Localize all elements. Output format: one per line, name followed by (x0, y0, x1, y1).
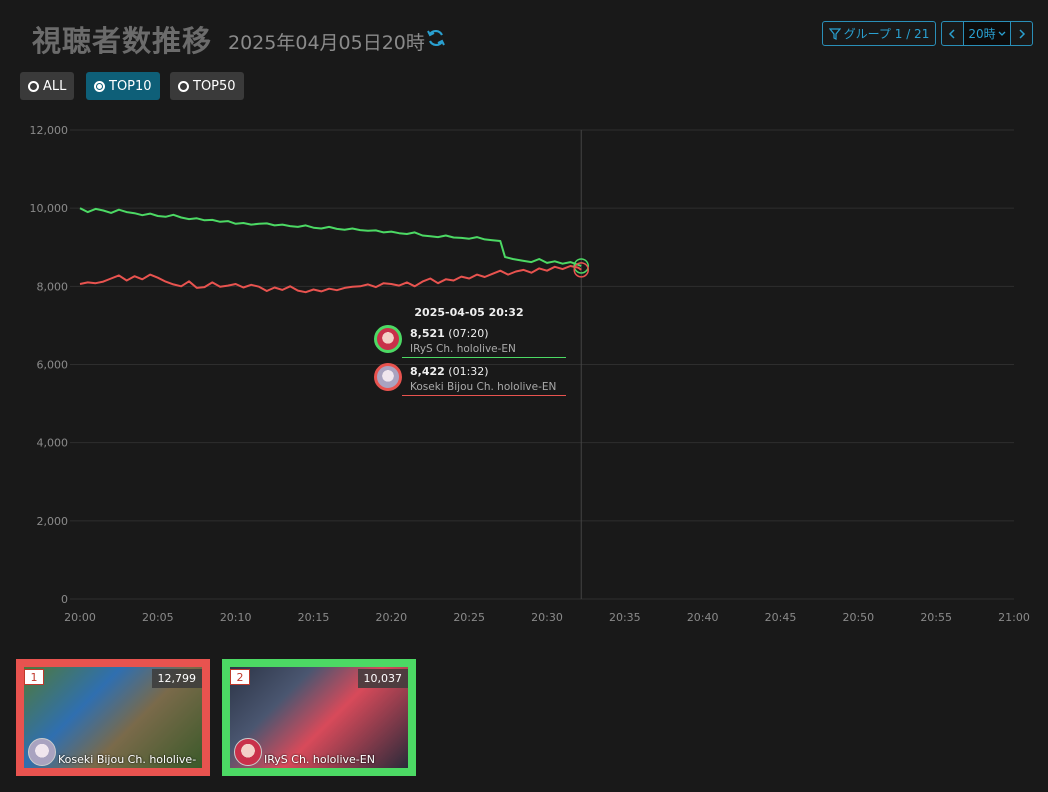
x-tick-label: 20:15 (298, 611, 330, 624)
chevron-down-icon (998, 31, 1006, 36)
x-tick-label: 20:05 (142, 611, 174, 624)
page-title: 視聴者数推移 (32, 24, 213, 58)
tooltip-row: 8,422 (01:32) Koseki Bijou Ch. hololive-… (372, 363, 566, 396)
tooltip-value: 8,521 (410, 327, 445, 340)
chevron-left-icon (949, 28, 955, 39)
stream-card[interactable]: 1 12,799 Koseki Bijou Ch. hololive- (16, 659, 210, 776)
filter-top10-button[interactable]: TOP10 (86, 72, 160, 100)
filter-icon (828, 27, 841, 40)
filter-label: TOP50 (193, 78, 236, 94)
y-tick-label: 8,000 (37, 280, 69, 293)
viewer-count: 12,799 (151, 669, 202, 688)
y-tick-label: 0 (61, 593, 68, 606)
tooltip-channel-name: IRyS Ch. hololive-EN (410, 343, 516, 355)
rank-badge: 1 (24, 669, 44, 685)
x-tick-label: 20:55 (920, 611, 952, 624)
hour-select[interactable]: 20時 (962, 22, 1012, 45)
tooltip-underline (402, 357, 566, 358)
y-tick-label: 12,000 (30, 124, 69, 137)
tooltip-underline (402, 395, 566, 396)
tooltip-duration: (07:20) (448, 327, 489, 340)
rank-badge: 2 (230, 669, 250, 685)
x-tick-label: 20:30 (531, 611, 563, 624)
stream-card[interactable]: 2 10,037 IRyS Ch. hololive-EN (222, 659, 416, 776)
next-hour-button[interactable] (1011, 22, 1032, 45)
x-tick-label: 20:25 (453, 611, 485, 624)
filter-label: ALL (43, 78, 67, 94)
filter-label: TOP10 (109, 78, 152, 94)
radio-selected-icon (94, 80, 105, 92)
x-tick-label: 20:20 (375, 611, 407, 624)
y-tick-label: 10,000 (30, 202, 69, 215)
avatar (234, 738, 262, 766)
x-tick-label: 20:50 (842, 611, 874, 624)
avatar (28, 738, 56, 766)
hour-label: 20時 (968, 27, 996, 41)
group-label: グループ 1 / 21 (843, 27, 930, 41)
radio-icon (28, 80, 39, 92)
tooltip-value: 8,422 (410, 365, 445, 378)
series-line (79, 265, 582, 294)
y-tick-label: 2,000 (37, 515, 69, 528)
tooltip-duration: (01:32) (448, 365, 489, 378)
avatar (374, 363, 402, 391)
x-tick-label: 20:35 (609, 611, 641, 624)
page-subtitle: 2025年04月05日20時 (228, 32, 425, 54)
prev-hour-button[interactable] (942, 22, 963, 45)
hour-navigator: 20時 (941, 21, 1033, 46)
group-button[interactable]: グループ 1 / 21 (822, 21, 936, 46)
tooltip-row: 8,521 (07:20) IRyS Ch. hololive-EN (372, 325, 566, 358)
viewer-count: 10,037 (357, 669, 408, 688)
series-line (79, 207, 582, 267)
x-tick-label: 20:45 (765, 611, 797, 624)
y-tick-label: 6,000 (37, 359, 69, 372)
chart-tooltip: 2025-04-05 20:32 8,521 (07:20) IRyS Ch. … (372, 306, 566, 401)
avatar (374, 325, 402, 353)
radio-icon (178, 80, 189, 92)
tooltip-title: 2025-04-05 20:32 (414, 306, 524, 319)
filter-all-button[interactable]: ALL (20, 72, 75, 100)
channel-name: IRyS Ch. hololive-EN (264, 753, 375, 766)
channel-name: Koseki Bijou Ch. hololive- (58, 753, 197, 766)
x-tick-label: 21:00 (998, 611, 1030, 624)
filter-top50-button[interactable]: TOP50 (170, 72, 244, 100)
y-tick-label: 4,000 (37, 437, 69, 450)
refresh-icon[interactable] (426, 28, 446, 48)
x-tick-label: 20:40 (687, 611, 719, 624)
chevron-right-icon (1019, 28, 1025, 39)
x-tick-label: 20:10 (220, 611, 252, 624)
x-tick-label: 20:00 (64, 611, 96, 624)
tooltip-channel-name: Koseki Bijou Ch. hololive-EN (410, 381, 557, 393)
